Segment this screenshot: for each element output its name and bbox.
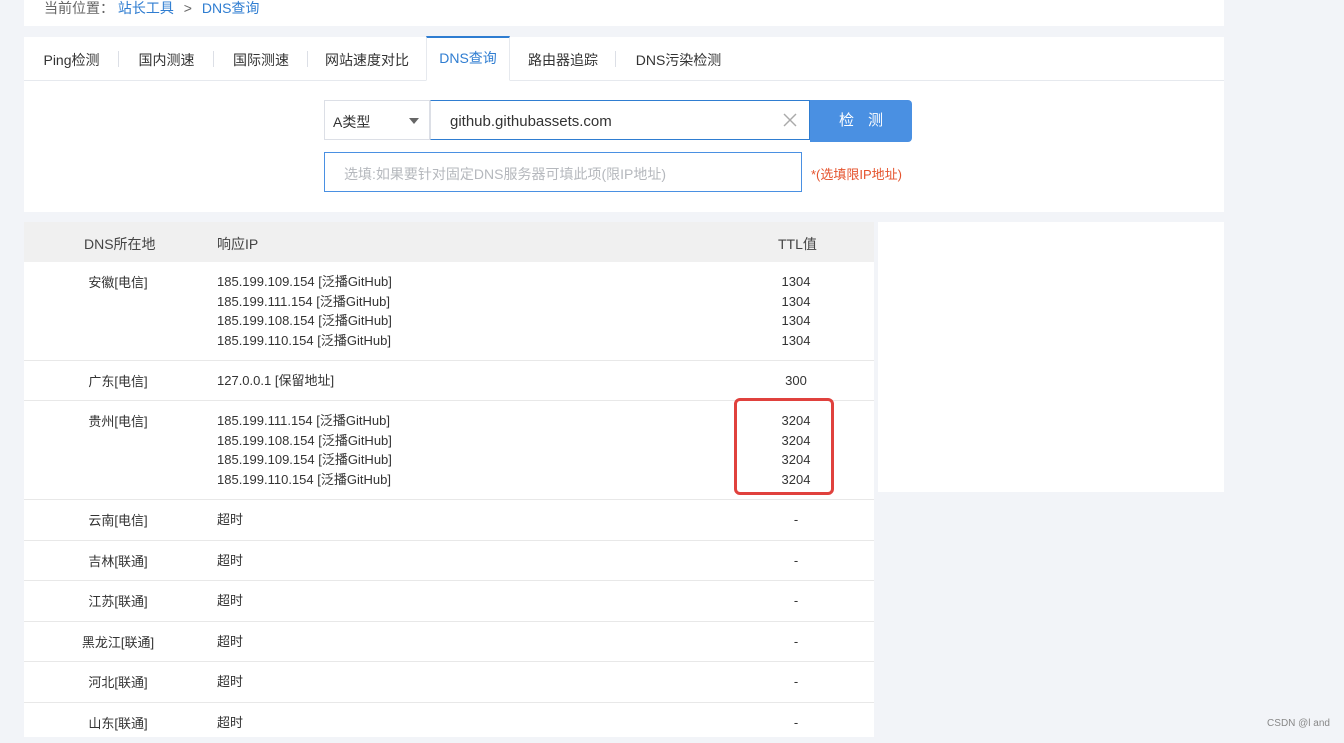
header-location: DNS所在地 [84, 236, 156, 252]
row-ip: 超时 [217, 593, 244, 608]
row-ttl: 300 [785, 373, 807, 388]
record-type-select[interactable]: A类型 [324, 100, 430, 140]
breadcrumb: 当前位置： 站长工具 > DNS查询 [44, 0, 259, 18]
tab-site-speed-compare[interactable]: 网站速度对比 [308, 37, 426, 80]
row-ttl: - [793, 593, 799, 608]
tab-label: 国内测速 [138, 52, 195, 68]
row-location: 贵州[电信] [88, 414, 148, 429]
row-location: 河北[联通] [88, 675, 148, 690]
row-ttl: - [793, 634, 799, 649]
row-ip: 超时 [217, 674, 244, 689]
breadcrumb-current[interactable]: DNS查询 [202, 0, 260, 16]
dns-tool-panel: Ping检测 国内测速 国际测速 网站速度对比 DNS查询 路由器追踪 DNS污… [24, 36, 1224, 212]
row-ip: 超时 [217, 634, 244, 649]
tab-dns-pollution[interactable]: DNS污染检测 [616, 37, 741, 80]
row-ttls: 1304 1304 1304 1304 [766, 272, 826, 350]
clear-icon[interactable] [781, 111, 799, 129]
dns-server-hint: *(选填限IP地址) [811, 167, 903, 182]
row-ip: 185.199.108.154 [泛播GitHub] [217, 313, 392, 328]
table-row: 安徽[电信] 185.199.109.154 [泛播GitHub] 185.19… [24, 262, 874, 361]
table-row: 山东[联通] 超时 - [24, 703, 874, 743]
caret-down-icon [409, 118, 419, 124]
row-location: 吉林[联通] [88, 554, 148, 569]
table-row: 广东[电信] 127.0.0.1 [保留地址] 300 [24, 361, 874, 401]
row-ip: 超时 [217, 512, 244, 527]
tool-tabs: Ping检测 国内测速 国际测速 网站速度对比 DNS查询 路由器追踪 DNS污… [24, 36, 1224, 81]
domain-value: github.githubassets.com [450, 113, 612, 130]
dns-result-table: DNS所在地 响应IP TTL值 安徽[电信] 185.199.109.154 … [24, 222, 874, 737]
table-row: 江苏[联通] 超时 - [24, 581, 874, 622]
table-header: DNS所在地 响应IP TTL值 [24, 222, 874, 262]
tab-label: Ping检测 [43, 52, 100, 68]
tab-dns-query[interactable]: DNS查询 [426, 36, 510, 81]
row-ttl: - [793, 553, 799, 568]
row-ip: 超时 [217, 553, 244, 568]
header-ip: 响应IP [217, 236, 259, 252]
tab-label: DNS污染检测 [635, 52, 722, 68]
row-ip: 185.199.110.154 [泛播GitHub] [217, 471, 391, 487]
tab-label: DNS查询 [439, 50, 497, 66]
row-ttl: - [793, 715, 799, 730]
row-location: 云南[电信] [88, 513, 148, 528]
row-ip: 185.199.108.154 [泛播GitHub] [217, 432, 392, 448]
row-location: 广东[电信] [88, 374, 148, 389]
table-row: 云南[电信] 超时 - [24, 500, 874, 541]
side-panel [878, 222, 1224, 492]
dns-server-placeholder: 选填:如果要针对固定DNS服务器可填此项(限IP地址) [344, 166, 666, 182]
row-ip: 185.199.109.154 [泛播GitHub] [217, 274, 392, 289]
tab-ping[interactable]: Ping检测 [24, 37, 119, 80]
watermark: CSDN @l and [1267, 718, 1330, 729]
row-ips: 185.199.109.154 [泛播GitHub] 185.199.111.1… [217, 272, 392, 350]
row-location: 江苏[联通] [88, 594, 148, 609]
tab-router-trace[interactable]: 路由器追踪 [510, 37, 616, 80]
row-ttl: - [793, 512, 799, 527]
row-location: 黑龙江[联通] [81, 635, 155, 650]
tab-domestic-speed[interactable]: 国内测速 [119, 37, 214, 80]
row-location: 安徽[电信] [88, 275, 148, 290]
row-ip: 185.199.111.154 [泛播GitHub] [217, 293, 390, 309]
dns-server-input[interactable]: 选填:如果要针对固定DNS服务器可填此项(限IP地址) [324, 152, 802, 192]
table-row: 吉林[联通] 超时 - [24, 541, 874, 581]
table-row: 黑龙江[联通] 超时 - [24, 622, 874, 662]
domain-input[interactable]: github.githubassets.com [430, 100, 810, 140]
row-ttl: 1304 [781, 332, 811, 348]
row-ttl: - [793, 674, 799, 689]
row-ttl: 1304 [781, 313, 811, 328]
tab-label: 网站速度对比 [325, 52, 409, 68]
row-ip: 185.199.110.154 [泛播GitHub] [217, 332, 391, 348]
row-ip: 127.0.0.1 [保留地址] [217, 373, 335, 388]
tab-label: 国际测速 [233, 52, 289, 68]
record-type-value: A类型 [333, 114, 371, 130]
breadcrumb-link-webmaster-tools[interactable]: 站长工具 [118, 0, 174, 16]
ttl-highlight-box [734, 398, 834, 495]
row-ttl: 1304 [781, 293, 811, 309]
row-ip: 超时 [217, 715, 244, 730]
row-ip: 185.199.109.154 [泛播GitHub] [217, 452, 392, 467]
row-ip: 185.199.111.154 [泛播GitHub] [217, 413, 390, 428]
tab-label: 路由器追踪 [528, 52, 598, 68]
breadcrumb-prefix: 当前位置： [44, 0, 114, 16]
row-location: 山东[联通] [88, 716, 148, 731]
header-ttl: TTL值 [778, 236, 817, 252]
check-button[interactable]: 检测 [810, 100, 912, 142]
breadcrumb-bar: 当前位置： 站长工具 > DNS查询 [24, 0, 1224, 26]
table-row: 河北[联通] 超时 - [24, 662, 874, 703]
breadcrumb-separator: > [183, 0, 192, 16]
row-ttl: 1304 [781, 274, 811, 289]
tab-international-speed[interactable]: 国际测速 [214, 37, 308, 80]
